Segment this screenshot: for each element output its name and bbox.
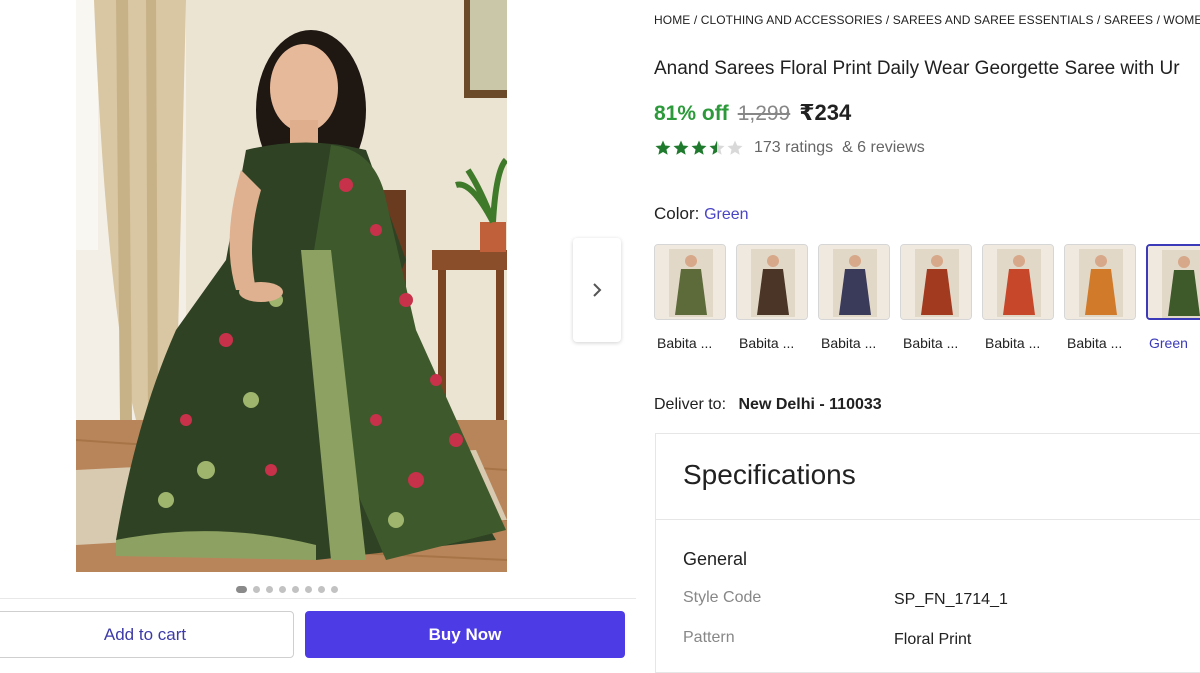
ratings-count-text: 173 ratings [754,139,834,156]
star-icon [727,140,743,155]
delivery-location: New Delhi - 110033 [738,396,882,413]
spec-section-general: General [683,549,748,569]
divider [655,519,1200,520]
product-title: Anand Sarees Floral Print Daily Wear Geo… [654,58,1180,79]
swatch-thumbnail [737,245,807,319]
carousel-next-button[interactable] [573,238,621,342]
delivery-info[interactable]: Deliver to: New Delhi - 110033 [654,396,882,414]
color-swatch-label: Babita ... [1067,335,1123,351]
swatch-thumbnail [1148,246,1200,318]
color-swatch-label: Babita ... [821,335,877,351]
swatch-thumbnail [655,245,725,319]
swatch-thumbnail [983,245,1053,319]
original-price: 1,299 [737,102,791,125]
color-swatch[interactable] [736,244,808,320]
spec-value: Floral Print [894,631,972,648]
color-swatch[interactable] [1146,244,1200,320]
buy-now-button[interactable]: Buy Now [305,611,625,658]
reviews-count-text: & 6 reviews [842,139,925,156]
color-swatch-label: Babita ... [739,335,795,351]
color-swatch-label: Green [1149,335,1188,351]
swatch-thumbnail [819,245,889,319]
star-rating [654,139,744,157]
price-row: 81% off 1,299 ₹234 [654,100,851,126]
color-swatch-label: Babita ... [985,335,1041,351]
spec-value: SP_FN_1714_1 [894,591,1008,608]
swatch-thumbnail [1065,245,1135,319]
color-swatch-label: Babita ... [657,335,713,351]
spec-key: Style Code [683,589,762,606]
color-swatch[interactable] [1064,244,1136,320]
selling-price: ₹234 [799,100,852,125]
color-label: Color: Green [654,204,749,224]
chevron-right-icon [593,283,602,297]
star-icon [709,140,725,155]
ratings-count: 173 ratings & 6 reviews [754,139,925,157]
star-icon [691,140,707,155]
product-photo [76,0,507,572]
star-icon [655,140,671,155]
product-image[interactable] [76,0,507,572]
color-swatch[interactable] [654,244,726,320]
color-swatch[interactable] [900,244,972,320]
color-swatch-label: Babita ... [903,335,959,351]
swatch-thumbnail [901,245,971,319]
rating-row[interactable]: 173 ratings & 6 reviews [654,139,925,157]
pagination-dot[interactable] [279,586,286,593]
pagination-dot[interactable] [292,586,299,593]
pagination-dot[interactable] [331,586,338,593]
add-to-cart-button[interactable]: Add to cart [0,611,294,658]
breadcrumb[interactable]: HOME / CLOTHING AND ACCESSORIES / SAREES… [654,13,1200,27]
selected-color: Green [704,206,749,223]
pagination-dot[interactable] [236,586,247,593]
deliver-label: Deliver to: [654,396,727,413]
specifications-title: Specifications [683,459,856,490]
pagination-dot[interactable] [253,586,260,593]
color-swatch[interactable] [982,244,1054,320]
color-swatch[interactable] [818,244,890,320]
discount-percent: 81% off [654,102,729,125]
pagination-dot[interactable] [266,586,273,593]
color-label-text: Color: [654,204,700,223]
pagination-dot[interactable] [305,586,312,593]
pagination-dot[interactable] [318,586,325,593]
spec-key: Pattern [683,629,735,646]
star-icon [673,140,689,155]
image-pagination [236,586,338,593]
